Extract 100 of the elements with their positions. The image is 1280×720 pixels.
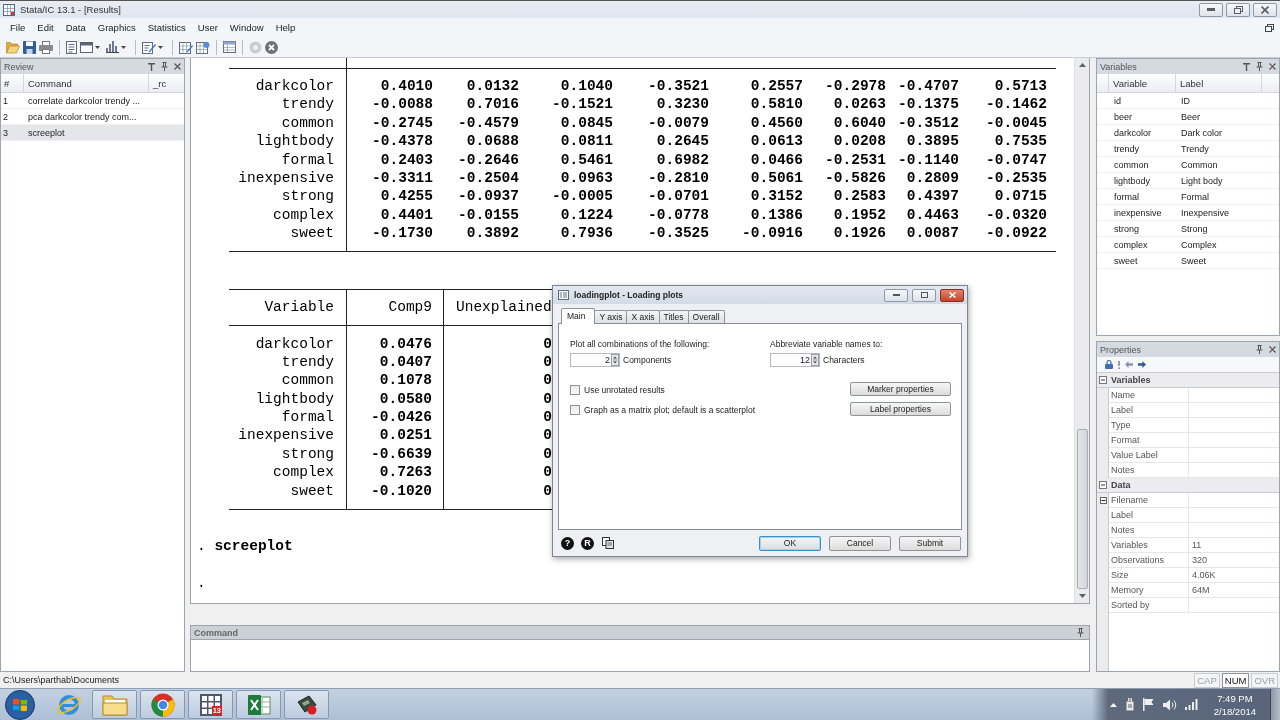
caret-icon[interactable] xyxy=(158,45,163,49)
save-icon[interactable] xyxy=(23,40,36,54)
variable-row[interactable]: complex Complex xyxy=(1097,237,1279,253)
minimize-button[interactable] xyxy=(1199,2,1223,17)
command-input[interactable] xyxy=(190,640,1090,672)
cross-circle-icon[interactable] xyxy=(265,40,278,54)
close-button[interactable] xyxy=(940,288,964,302)
scroll-up-icon[interactable] xyxy=(1078,63,1086,67)
close-icon[interactable] xyxy=(1269,346,1276,353)
row-number: 3 xyxy=(2,127,9,138)
help-button[interactable]: ? xyxy=(561,536,574,550)
number-spinner[interactable]: 12 xyxy=(770,353,820,367)
tab[interactable]: X axis xyxy=(626,310,660,323)
pin-icon[interactable] xyxy=(1256,345,1263,354)
table-edit-icon[interactable] xyxy=(179,40,193,54)
menu-item[interactable]: File xyxy=(4,20,32,35)
filter-icon[interactable] xyxy=(1243,62,1250,71)
properties-button[interactable]: Label properties xyxy=(850,402,951,416)
tab[interactable]: Overall xyxy=(687,310,725,323)
properties-button[interactable]: Marker properties xyxy=(850,382,951,396)
history-row[interactable]: 1 correlate darkcolor trendy ... xyxy=(1,93,184,109)
filter-icon[interactable] xyxy=(148,62,155,71)
reset-button[interactable]: R xyxy=(581,536,594,550)
menu-item[interactable]: Edit xyxy=(31,20,60,35)
tab[interactable]: Titles xyxy=(658,310,689,323)
copy-icon[interactable] xyxy=(602,537,614,549)
arrow-left-icon[interactable] xyxy=(1125,361,1133,368)
dialog-button[interactable]: OK xyxy=(759,535,821,551)
dialog-button[interactable]: Cancel xyxy=(829,535,891,551)
flag-icon[interactable] xyxy=(1142,698,1155,711)
dialog-button[interactable]: Submit xyxy=(899,535,961,551)
padlock-icon[interactable] xyxy=(1105,360,1113,369)
column-header[interactable]: Variable xyxy=(1109,74,1176,92)
column-header[interactable]: # xyxy=(1,74,24,92)
restore-button[interactable] xyxy=(1226,2,1250,17)
pin-icon[interactable] xyxy=(161,62,168,71)
caret-icon[interactable] xyxy=(121,45,126,49)
arrow-right-icon[interactable] xyxy=(1138,361,1146,368)
history-row[interactable]: 3 screeplot xyxy=(1,125,184,141)
scroll-thumb[interactable] xyxy=(1076,429,1088,589)
property-name: Notes xyxy=(1111,465,1135,475)
column-header[interactable]: Label xyxy=(1176,74,1262,92)
close-icon[interactable] xyxy=(174,63,181,70)
menu-item[interactable]: Statistics xyxy=(141,20,192,35)
menu-item[interactable]: Graphics xyxy=(91,20,142,35)
row-label: trendy xyxy=(281,95,334,114)
variable-row[interactable]: formal Formal xyxy=(1097,189,1279,205)
minimize-button[interactable] xyxy=(884,288,908,302)
scrollbar[interactable] xyxy=(1074,58,1089,603)
show-desktop-button[interactable] xyxy=(1270,689,1280,720)
power-plug-icon[interactable] xyxy=(1124,697,1135,712)
taskbar-button[interactable] xyxy=(284,690,329,719)
menu-item[interactable]: User xyxy=(191,20,224,35)
checkbox[interactable] xyxy=(570,404,580,415)
speaker-icon[interactable] xyxy=(1162,698,1177,711)
window-icon[interactable] xyxy=(80,41,93,53)
variable-row[interactable]: trendy Trendy xyxy=(1097,141,1279,157)
menu-item[interactable]: Window xyxy=(223,20,270,35)
bar-chart-icon[interactable] xyxy=(106,41,119,53)
clock-date[interactable]: 2/18/2014 xyxy=(1213,704,1256,718)
table-cell: 0.5461 xyxy=(560,150,613,169)
table-icon[interactable] xyxy=(223,41,236,53)
variable-row[interactable]: lightbody Light body xyxy=(1097,173,1279,189)
spin-arrows-icon[interactable] xyxy=(811,354,819,366)
maximize-button[interactable] xyxy=(912,288,936,302)
notepad-icon[interactable] xyxy=(66,40,77,54)
restore-icon[interactable] xyxy=(1265,23,1274,32)
number-spinner[interactable]: 2 xyxy=(570,353,620,367)
variable-row[interactable]: darkcolor Dark color xyxy=(1097,125,1279,141)
clock-time[interactable]: 7:49 PM xyxy=(1217,691,1253,705)
pin-icon[interactable] xyxy=(1077,628,1084,637)
close-icon[interactable] xyxy=(1269,63,1276,70)
printer-icon[interactable] xyxy=(39,40,53,54)
column-header[interactable]: Command xyxy=(24,74,149,92)
start-orb-icon[interactable] xyxy=(5,689,35,720)
tab[interactable]: Main xyxy=(561,308,596,324)
table-view-icon[interactable] xyxy=(196,40,210,54)
taskbar-button[interactable] xyxy=(236,690,281,719)
pin-icon[interactable] xyxy=(1256,62,1263,71)
collapse-icon[interactable] xyxy=(1099,497,1107,504)
edit-document-icon[interactable] xyxy=(142,40,156,54)
variable-row[interactable]: inexpensive Inexpensive xyxy=(1097,205,1279,221)
spin-arrows-icon[interactable] xyxy=(611,354,619,366)
column-header[interactable]: _rc xyxy=(149,74,184,92)
menu-item[interactable]: Help xyxy=(269,20,302,35)
variable-row[interactable]: strong Strong xyxy=(1097,221,1279,237)
menu-item[interactable]: Data xyxy=(59,20,92,35)
chevron-up-icon[interactable] xyxy=(1109,702,1117,707)
checkbox[interactable] xyxy=(570,384,580,395)
variable-row[interactable]: id ID xyxy=(1097,93,1279,109)
variable-row[interactable]: common Common xyxy=(1097,157,1279,173)
row-label: complex xyxy=(273,205,334,225)
variable-row[interactable]: sweet Sweet xyxy=(1097,253,1279,269)
scroll-down-icon[interactable] xyxy=(1078,594,1086,598)
caret-icon[interactable] xyxy=(95,45,100,49)
taskbar-button[interactable] xyxy=(140,690,185,719)
close-button[interactable] xyxy=(1253,2,1277,17)
table-cell: 0.4255 xyxy=(380,187,433,206)
signal-bars-icon[interactable] xyxy=(1184,699,1198,710)
variable-row[interactable]: beer Beer xyxy=(1097,109,1279,125)
